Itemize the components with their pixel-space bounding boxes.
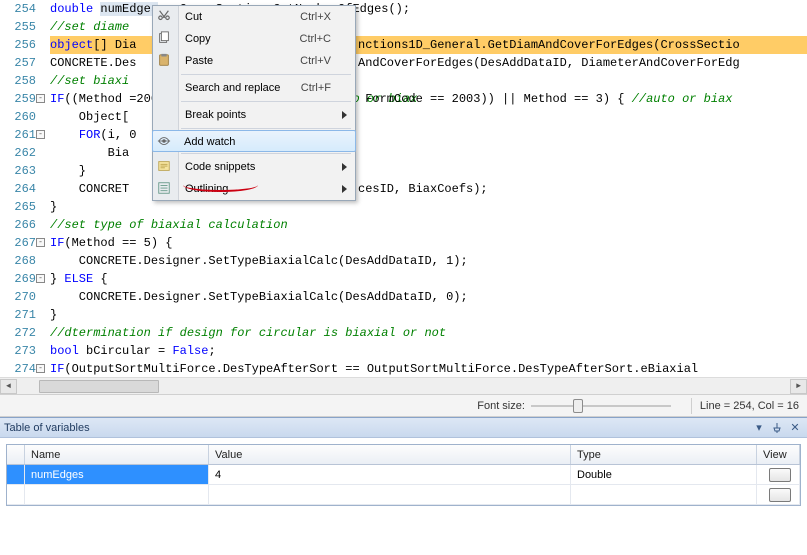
outline-icon: [157, 181, 173, 197]
code-line[interactable]: CONCRETE.Designer.SetTypeBiaxialCalc(Des…: [50, 288, 807, 306]
line-number: 272: [0, 324, 50, 342]
fold-marker[interactable]: -: [36, 94, 45, 103]
line-number: 270: [0, 288, 50, 306]
code-editor[interactable]: 2542552562572582592602612622632642652662…: [0, 0, 807, 395]
cell-name[interactable]: numEdges: [25, 465, 209, 484]
panel-title: Table of variables: [4, 422, 749, 434]
scrollbar-track[interactable]: [17, 379, 790, 394]
col-view[interactable]: View: [757, 445, 800, 464]
line-number: 263: [0, 162, 50, 180]
menu-item-label: Break points: [185, 109, 246, 121]
table-row[interactable]: numEdges4Double: [7, 465, 800, 485]
variables-table[interactable]: Name Value Type View numEdges4Double: [6, 444, 801, 506]
panel-header[interactable]: Table of variables ▾ ✕: [0, 418, 807, 438]
cut-icon: [157, 9, 173, 25]
code-line[interactable]: IF(Method == 5) {: [50, 234, 807, 252]
code-line[interactable]: } ELSE {: [50, 270, 807, 288]
watch-icon: [157, 134, 173, 150]
chevron-right-icon: [342, 111, 347, 119]
line-number: 254: [0, 0, 50, 18]
line-number: 262: [0, 144, 50, 162]
horizontal-scrollbar[interactable]: ◄ ►: [0, 377, 807, 394]
code-line[interactable]: IF(OutputSortMultiForce.DesTypeAfterSort…: [50, 360, 807, 378]
col-value[interactable]: Value: [209, 445, 571, 464]
line-number: 257: [0, 54, 50, 72]
line-number: 265: [0, 198, 50, 216]
menu-shortcut: Ctrl+X: [300, 6, 331, 28]
cell-type: Double: [571, 465, 757, 484]
table-header-icon-col: [7, 445, 25, 464]
fold-marker[interactable]: -: [36, 364, 45, 373]
menu-item-label: Code snippets: [185, 161, 255, 173]
line-number: 256: [0, 36, 50, 54]
scrollbar-thumb[interactable]: [39, 380, 159, 393]
menu-item-search-and-replace[interactable]: Search and replace Ctrl+F: [153, 77, 355, 99]
line-number: 266: [0, 216, 50, 234]
col-name[interactable]: Name: [25, 445, 209, 464]
line-number: 273: [0, 342, 50, 360]
scroll-left-button[interactable]: ◄: [0, 379, 17, 394]
fold-marker[interactable]: -: [36, 130, 45, 139]
menu-separator: [181, 74, 351, 75]
chevron-right-icon: [342, 163, 347, 171]
line-number: 271: [0, 306, 50, 324]
copy-icon: [157, 31, 173, 47]
status-bar: Font size: Line = 254, Col = 16: [0, 395, 807, 417]
line-number-gutter: 2542552562572582592602612622632642652662…: [0, 0, 50, 378]
view-button[interactable]: [769, 468, 791, 482]
variables-panel: Table of variables ▾ ✕ Name Value Type V…: [0, 417, 807, 526]
menu-item-label: Copy: [185, 33, 211, 45]
line-number: 268: [0, 252, 50, 270]
line-number: 258: [0, 72, 50, 90]
view-button[interactable]: [769, 488, 791, 502]
panel-pin-icon[interactable]: [769, 421, 785, 435]
menu-item-label: Paste: [185, 55, 213, 67]
code-line[interactable]: bool bCircular = False;: [50, 342, 807, 360]
menu-item-code-snippets[interactable]: Code snippets: [153, 156, 355, 178]
line-number: 260: [0, 108, 50, 126]
line-number: 264: [0, 180, 50, 198]
code-line[interactable]: //set type of biaxial calculation: [50, 216, 807, 234]
fold-marker[interactable]: -: [36, 238, 45, 247]
context-menu[interactable]: Cut Ctrl+X Copy Ctrl+C Paste Ctrl+V Search and…: [152, 5, 356, 201]
menu-shortcut: Ctrl+C: [300, 28, 331, 50]
menu-item-break-points[interactable]: Break points: [153, 104, 355, 126]
table-header[interactable]: Name Value Type View: [7, 445, 800, 465]
code-line[interactable]: //dtermination if design for circular is…: [50, 324, 807, 342]
slider-knob[interactable]: [573, 399, 583, 413]
code-line[interactable]: CONCRETE.Designer.SetTypeBiaxialCalc(Des…: [50, 252, 807, 270]
line-number: 255: [0, 18, 50, 36]
col-type[interactable]: Type: [571, 445, 757, 464]
font-size-label: Font size:: [477, 400, 525, 412]
menu-item-outlining[interactable]: Outlining: [153, 178, 355, 200]
cell-value[interactable]: 4: [209, 465, 571, 484]
menu-shortcut: Ctrl+V: [300, 50, 331, 72]
menu-separator: [181, 101, 351, 102]
line-col-indicator: Line = 254, Col = 16: [700, 400, 799, 412]
menu-item-cut[interactable]: Cut Ctrl+X: [153, 6, 355, 28]
menu-item-label: Search and replace: [185, 82, 280, 94]
scroll-right-button[interactable]: ►: [790, 379, 807, 394]
menu-item-paste[interactable]: Paste Ctrl+V: [153, 50, 355, 72]
menu-separator: [181, 128, 351, 129]
panel-body: Name Value Type View numEdges4Double: [0, 438, 807, 526]
fold-marker[interactable]: -: [36, 274, 45, 283]
chevron-right-icon: [342, 185, 347, 193]
menu-item-label: Add watch: [184, 136, 235, 148]
paste-icon: [157, 53, 173, 69]
panel-menu-icon[interactable]: ▾: [751, 421, 767, 435]
code-line[interactable]: }: [50, 306, 807, 324]
menu-shortcut: Ctrl+F: [301, 77, 331, 99]
panel-close-icon[interactable]: ✕: [787, 421, 803, 435]
menu-item-add-watch[interactable]: Add watch: [152, 130, 356, 152]
table-row-empty[interactable]: [7, 485, 800, 505]
font-size-slider[interactable]: [531, 397, 671, 415]
menu-item-copy[interactable]: Copy Ctrl+C: [153, 28, 355, 50]
snippet-icon: [157, 159, 173, 175]
menu-separator: [181, 153, 351, 154]
menu-item-label: Cut: [185, 11, 202, 23]
